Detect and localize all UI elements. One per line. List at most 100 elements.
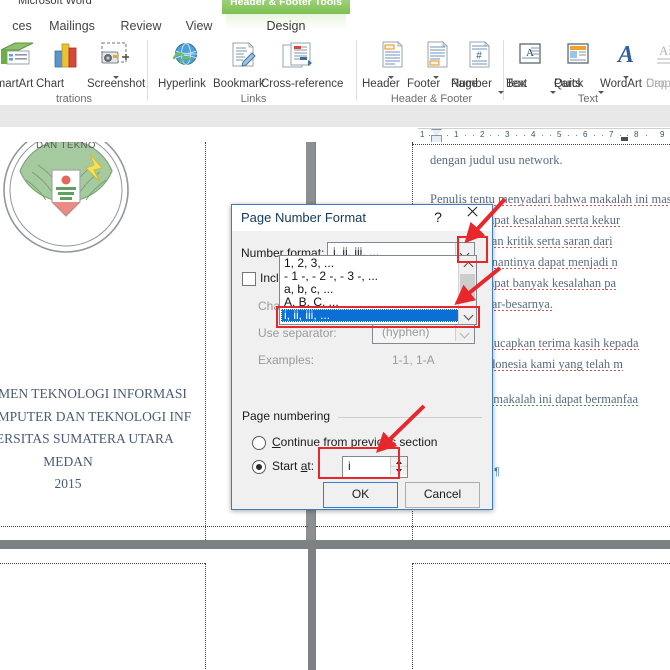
start-at-label: Start at: [272, 459, 315, 473]
svg-text:A: A [616, 42, 634, 68]
doc-title-line-4: MEDAN [43, 453, 93, 469]
examples-label: Examples: [258, 353, 315, 367]
start-at-radio[interactable] [252, 460, 266, 474]
quick-parts-label-line2: Parts [554, 78, 581, 90]
cancel-button[interactable]: Cancel [405, 482, 480, 508]
text-box-icon: A [506, 40, 554, 75]
ok-button[interactable]: OK [323, 482, 398, 508]
wordart-icon: A [600, 40, 652, 75]
ruler-tick-label: 9 [660, 130, 665, 139]
usu-logo-watermark: DAN TEKNO [0, 142, 146, 270]
ribbon-group-text: Text A Text Box Quick Parts A WordArt A … [506, 38, 670, 105]
tab-mailings[interactable]: Mailings [38, 14, 106, 38]
doc-title-line-5: 2015 [54, 476, 82, 491]
ruler-tick-label: 8 [634, 130, 639, 139]
dialog-title: Page Number Format [241, 210, 366, 225]
ruler-tick-label: 7 [609, 130, 614, 139]
margin-guide [412, 144, 670, 145]
body-paragraph-1: dengan judul usu network. [430, 150, 670, 171]
hyperlink-label: Hyperlink [158, 78, 206, 90]
ribbon-group-illustrations: trations SmartArt [0, 38, 148, 105]
ribbon-group-header-footer: Header & Footer Header Footer # Page Num… [359, 38, 504, 105]
screenshot-label: Screenshot [87, 78, 146, 90]
app-title: Microsoft Word [18, 0, 92, 7]
include-chapter-checkbox[interactable] [242, 272, 256, 286]
examples-value: 1-1, 1-A [392, 353, 435, 367]
margin-guide [316, 526, 670, 527]
page-bottom-right[interactable] [316, 549, 670, 670]
wordart-button[interactable]: A WordArt [600, 40, 652, 90]
page-numbering-group: Page numbering [242, 409, 482, 423]
bookmark-label: Bookmark [213, 78, 265, 90]
page-number-button[interactable]: # Page Number [451, 40, 505, 90]
page-numbering-group-label: Page numbering [242, 409, 331, 423]
cross-reference-label: Cross-reference [261, 78, 344, 90]
drop-cap-icon: A [646, 40, 670, 75]
hyperlink-globe-icon [158, 40, 216, 75]
page-bottom-left[interactable] [0, 549, 308, 670]
contextual-tools-banner: Header & Footer Tools [222, 0, 350, 14]
chevron-down-icon[interactable] [598, 91, 604, 94]
doc-title-line-3: UNIVERSITAS SUMATERA UTARA [0, 431, 174, 446]
svg-text:A: A [526, 47, 534, 59]
help-icon[interactable]: ? [430, 209, 446, 225]
continue-from-previous-radio[interactable] [252, 436, 266, 450]
margin-guide [0, 526, 308, 527]
word-window: Microsoft Word Header & Footer Tools ces… [0, 0, 670, 670]
group-separator [356, 40, 357, 100]
contextual-tools-label: Header & Footer Tools [230, 0, 342, 8]
group-separator [147, 40, 148, 100]
drop-cap-button: A Drop Cap [646, 40, 670, 90]
dialog-title-bar: Page Number Format ? [232, 205, 492, 231]
tab-design[interactable]: Design [226, 14, 346, 38]
quick-parts-button[interactable]: Quick Parts [554, 40, 602, 90]
ribbon-group-title-header-footer: Header & Footer [390, 93, 473, 105]
ribbon-base-strip [0, 105, 670, 127]
footer-label: Footer [407, 78, 441, 90]
doc-title-line-2: LMU KOMPUTER DAN TEKNOLOGI INF [0, 408, 192, 424]
document-title-block: EPARTEMEN TEKNOLOGI INFORMASI LMU KOMPUT… [0, 383, 198, 496]
margin-guide [412, 563, 413, 670]
smartart-label: SmartArt [0, 78, 34, 90]
scrollbar-thumb[interactable] [460, 274, 475, 298]
wordart-label: WordArt [600, 78, 642, 90]
use-separator-label: Use separator: [258, 326, 337, 340]
tab-view[interactable]: View [172, 14, 226, 38]
page-number-icon: # [451, 40, 505, 75]
screenshot-button[interactable]: Screenshot [87, 40, 145, 90]
chevron-down-icon[interactable] [550, 91, 556, 94]
chevron-down-icon [461, 330, 469, 335]
page-number-label-line2: Number [451, 78, 492, 90]
ruler-tick-label: 2 [480, 130, 485, 139]
svg-text:DAN TEKNO: DAN TEKNO [36, 142, 96, 151]
tab-stop-marker[interactable] [621, 137, 628, 141]
cross-reference-button[interactable]: Cross-reference [261, 40, 343, 90]
tab-review[interactable]: Review [110, 14, 172, 38]
close-icon[interactable] [456, 208, 486, 228]
drop-cap-label-line2: Cap [646, 78, 668, 90]
ribbon-group-title-text: Text [577, 93, 599, 105]
group-divider [338, 417, 482, 418]
ruler-tick-label: 1 [454, 130, 459, 139]
text-box-button[interactable]: A Text Box [506, 40, 554, 90]
cross-reference-icon [261, 40, 335, 75]
doc-title-line-1: EPARTEMEN TEKNOLOGI INFORMASI [0, 386, 187, 401]
margin-guide [205, 142, 206, 540]
annotation-box-combo-arrow [457, 236, 488, 263]
chevron-down-icon[interactable] [498, 91, 504, 94]
body-line: dengan judul usu network. [430, 153, 563, 167]
annotation-box-selected-option [276, 306, 480, 328]
margin-guide [0, 563, 205, 564]
chart-button[interactable]: Chart [36, 40, 94, 90]
ribbon: trations SmartArt [0, 38, 670, 106]
chart-icon [36, 40, 94, 75]
hyperlink-button[interactable]: Hyperlink [158, 40, 216, 90]
title-bar: Microsoft Word Header & Footer Tools [0, 0, 670, 14]
chart-label: Chart [36, 78, 65, 90]
svg-text:A: A [659, 43, 669, 58]
ruler-tick-label: 4 [531, 130, 536, 139]
ribbon-group-title-links: Links [240, 93, 267, 105]
margin-guide [412, 563, 670, 564]
ribbon-tab-strip: ces Mailings Review View Design [0, 14, 670, 38]
header-label: Header [362, 78, 400, 90]
